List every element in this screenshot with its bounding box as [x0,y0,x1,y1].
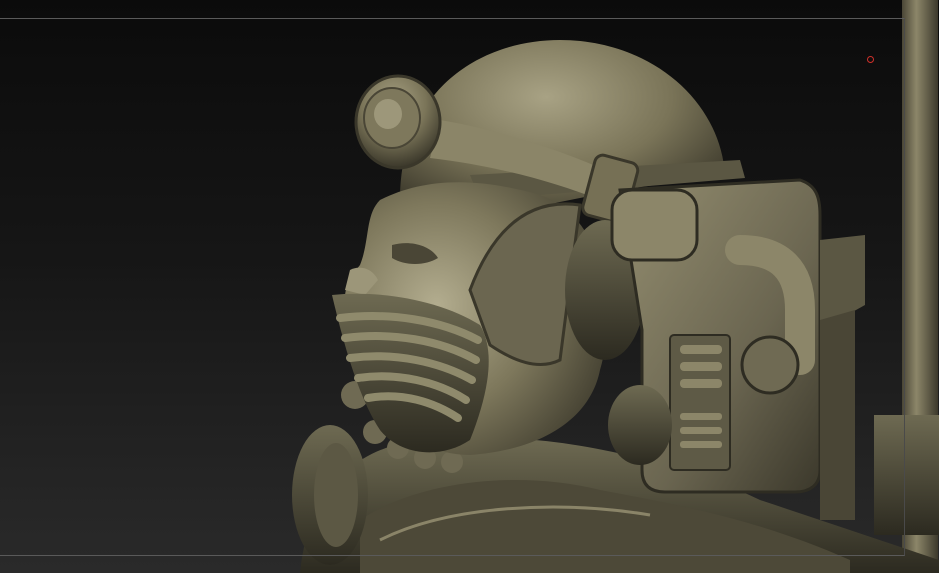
antenna-pole [874,0,939,573]
brush-cursor-icon [867,56,874,63]
sculpt-render[interactable] [0,0,939,573]
3d-viewport-canvas[interactable] [0,0,939,573]
